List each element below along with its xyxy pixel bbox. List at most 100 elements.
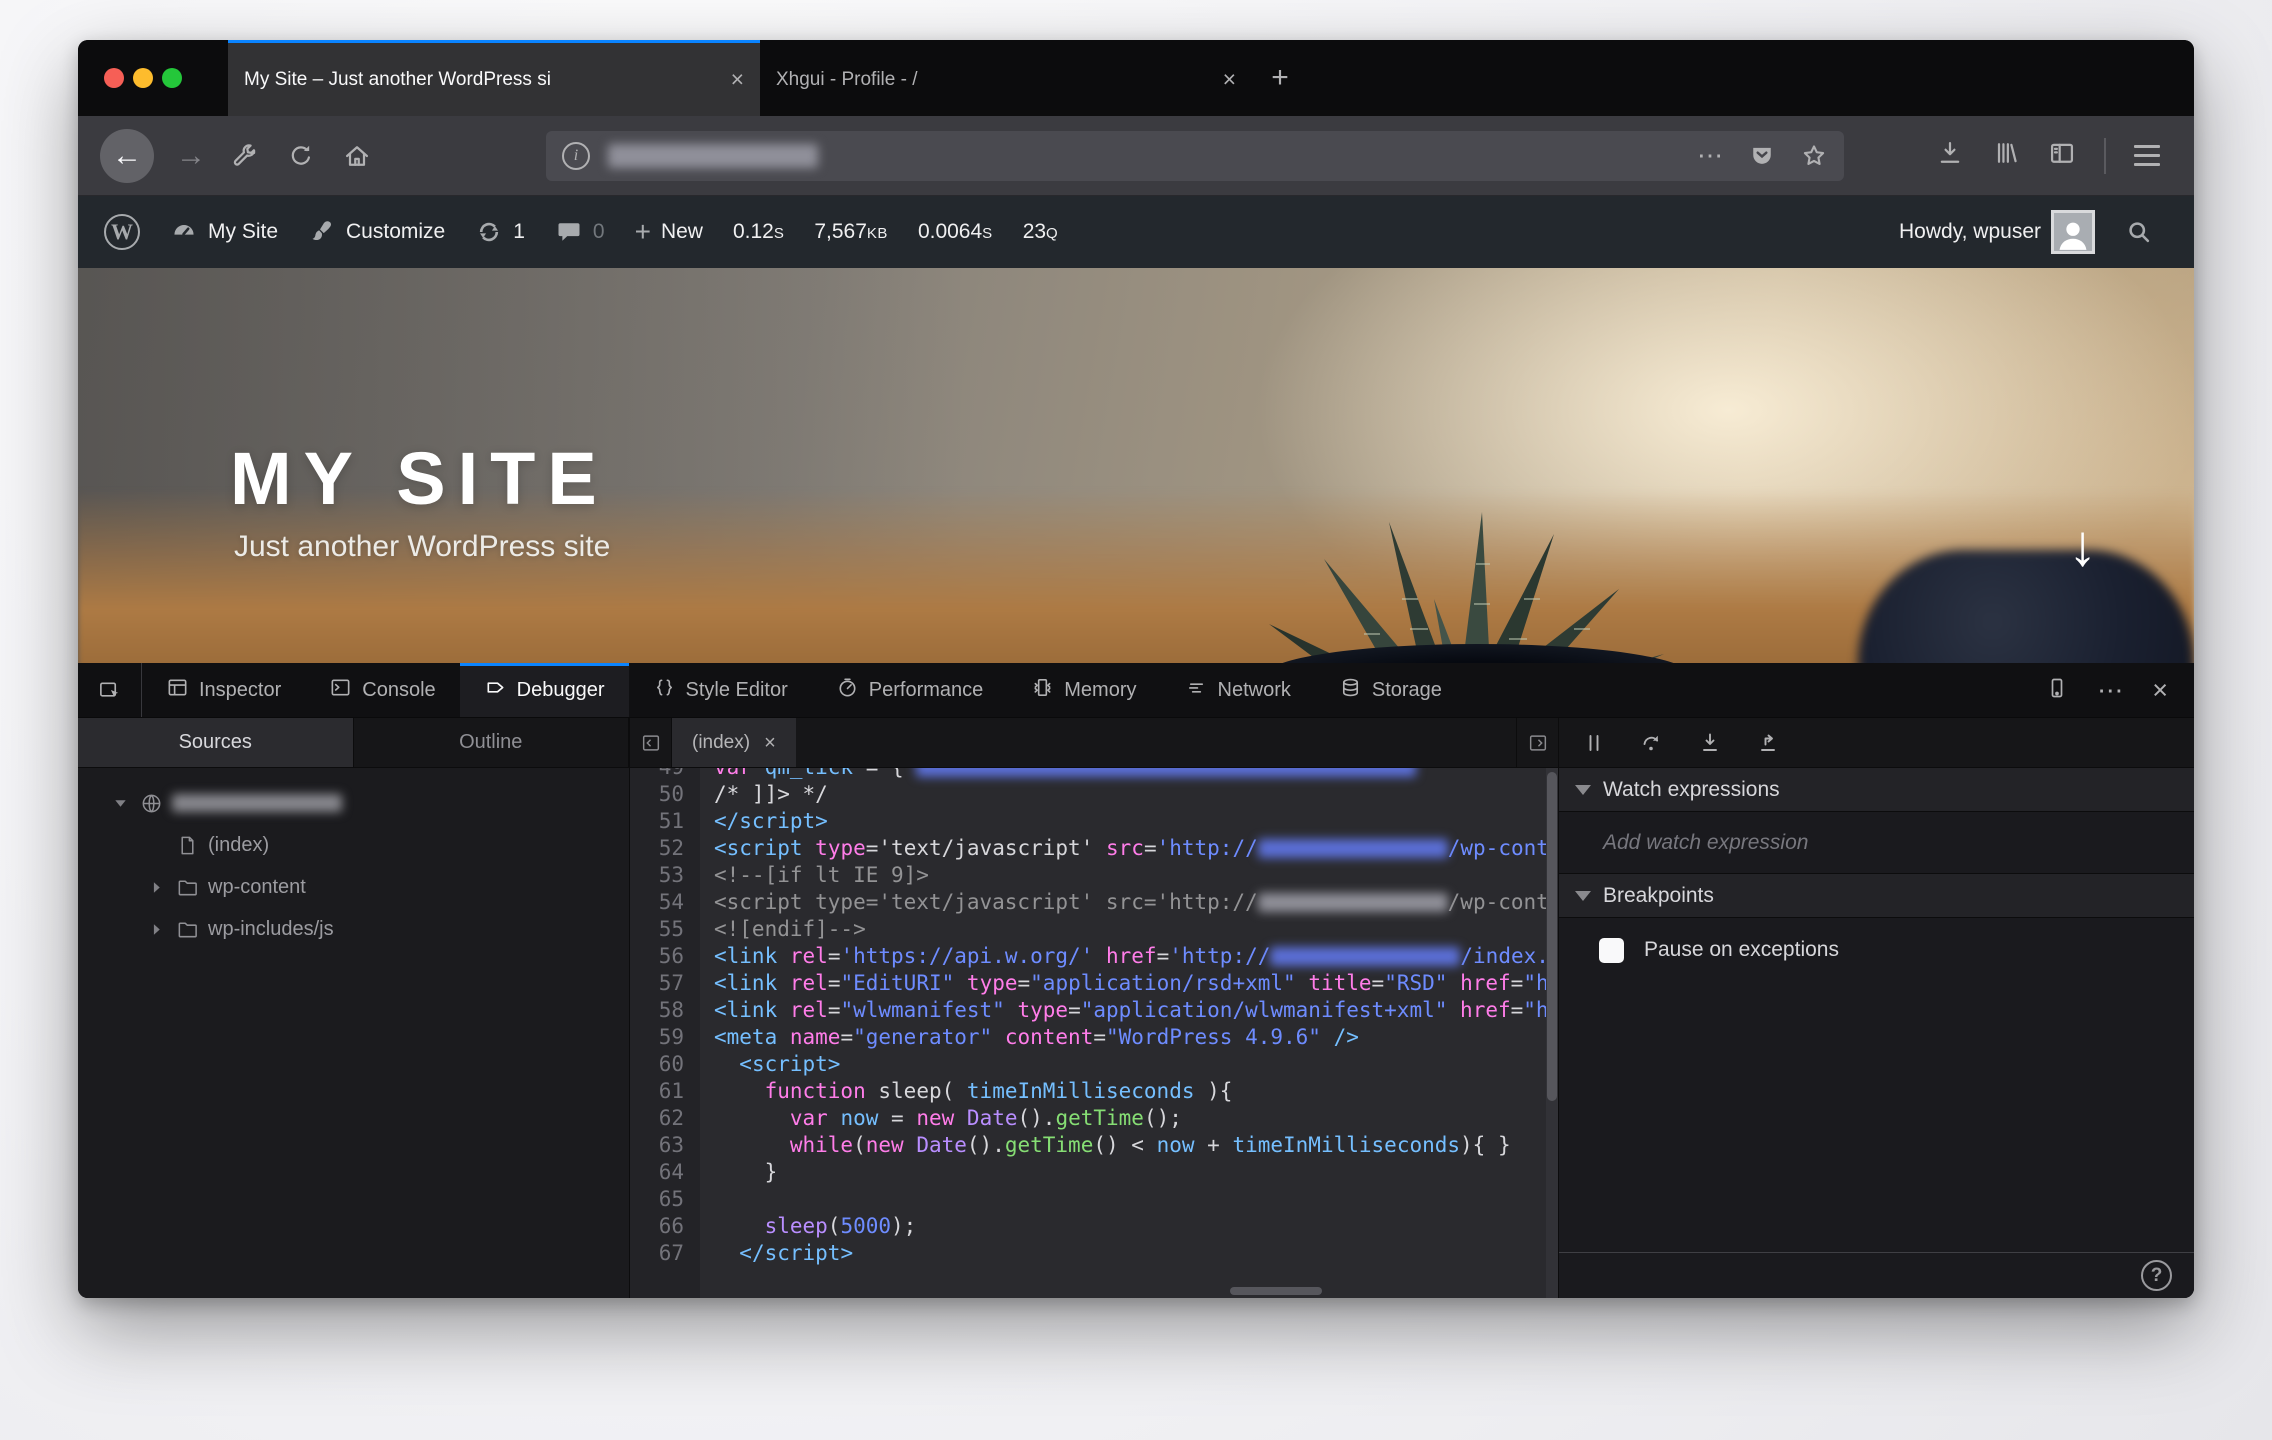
tree-item--index-[interactable]: (index) [78,824,629,866]
step-out-button[interactable] [1751,726,1785,760]
chevron-right-icon[interactable] [150,881,176,894]
forward-button[interactable]: → [176,139,206,173]
tab-outline[interactable]: Outline [353,718,629,767]
step-over-button[interactable] [1635,726,1669,760]
line-number[interactable]: 54 [630,889,700,916]
line-number[interactable]: 63 [630,1132,700,1159]
wp-search-icon[interactable] [2110,218,2168,246]
line-number[interactable]: 55 [630,916,700,943]
devtools-tab-memory[interactable]: Memory [1007,663,1160,717]
devtools-tab-network[interactable]: Network [1161,663,1315,717]
pause-button[interactable] [1577,726,1611,760]
add-watch-expression-input[interactable]: Add watch expression [1559,812,2194,874]
wp-new-menu[interactable]: + New [620,218,718,246]
devtools-tab-performance[interactable]: Performance [812,663,1008,717]
code-line-text: <!--[if lt IE 9]> [714,863,929,887]
line-number[interactable]: 58 [630,997,700,1024]
devtools-menu-icon[interactable]: ⋯ [2097,675,2124,706]
chevron-down-icon[interactable] [114,797,140,810]
library-icon[interactable] [1992,139,2020,172]
zoom-window-button[interactable] [162,68,182,88]
wp-site-menu[interactable]: My Site [155,218,293,246]
browser-titlebar: My Site – Just another WordPress si × Xh… [78,40,2194,116]
stat-unit: S [773,225,785,242]
sidebar-toggle-icon[interactable] [2048,139,2076,172]
tab-sources[interactable]: Sources [78,718,354,767]
devtools-tab-storage[interactable]: Storage [1315,663,1466,717]
code-row: 49var qm_tick = { [630,768,1558,781]
code-row: 51 </script> [630,808,1558,835]
wp-account-menu[interactable]: Howdy, wpuser [1884,210,2110,254]
chevron-right-icon[interactable] [150,923,176,936]
help-icon[interactable]: ? [2141,1260,2172,1291]
page-actions-icon[interactable]: ⋯ [1697,140,1724,171]
breakpoints-header[interactable]: Breakpoints [1559,874,2194,918]
tree-item-label: wp-includes/js [208,917,334,940]
tree-item-domain[interactable] [78,782,629,824]
minimize-window-button[interactable] [133,68,153,88]
code-line-text: </script> [739,1241,854,1265]
tab-close-icon[interactable]: × [731,68,744,91]
bookmark-star-icon[interactable] [1800,142,1828,170]
wp-logo-menu[interactable]: W [104,214,155,250]
browser-tab-active[interactable]: My Site – Just another WordPress si × [228,40,760,116]
wp-updates-menu[interactable]: 1 [460,218,540,246]
line-number[interactable]: 64 [630,1159,700,1186]
tree-item-wp-includes-js[interactable]: wp-includes/js [78,908,629,950]
code-line-text: <link rel='https://api.w.org/' href='htt… [714,944,1558,968]
wp-comments-menu[interactable]: 0 [540,218,620,246]
wp-customize-link[interactable]: Customize [293,218,460,246]
code-line-text: </script> [714,809,828,833]
devtools-tab-inspector[interactable]: Inspector [142,663,305,717]
line-number[interactable]: 67 [630,1240,700,1267]
devtools-tab-style-editor[interactable]: Style Editor [629,663,812,717]
line-number[interactable]: 57 [630,970,700,997]
collapse-debugger-pane-button[interactable] [1516,718,1558,767]
browser-tab-inactive[interactable]: Xhgui - Profile - / × [760,40,1252,116]
wrench-icon[interactable] [230,141,260,171]
pause-on-exceptions-checkbox[interactable] [1599,937,1624,963]
devtools-tabs: Inspector Console Debugger Style Editor Perf… [142,663,1466,717]
responsive-design-icon[interactable] [2045,676,2069,705]
code-editor[interactable]: 49var qm_tick = { 50 /* ]]> */ 51 </script>… [630,768,1558,1298]
home-button[interactable] [342,141,372,171]
line-number[interactable]: 62 [630,1105,700,1132]
line-number[interactable]: 49 [630,768,700,781]
code-line-text: function sleep( timeInMilliseconds ){ [764,1079,1233,1103]
new-tab-button[interactable]: + [1252,40,1308,116]
devtools-tab-console[interactable]: Console [305,663,459,717]
devtools-close-icon[interactable]: × [2152,676,2168,704]
line-number[interactable]: 53 [630,862,700,889]
close-window-button[interactable] [104,68,124,88]
menu-icon[interactable] [2134,145,2160,166]
editor-tab-index[interactable]: (index) × [672,718,796,767]
editor-horizontal-scrollbar[interactable] [1230,1287,1322,1295]
line-number[interactable]: 56 [630,943,700,970]
code-row: 55 <![endif]--> [630,916,1558,943]
line-number[interactable]: 52 [630,835,700,862]
pocket-icon[interactable] [1748,142,1776,170]
site-info-icon[interactable]: i [562,141,590,170]
step-in-button[interactable] [1693,726,1727,760]
line-number[interactable]: 50 [630,781,700,808]
downloads-icon[interactable] [1936,139,1964,172]
devtools-tab-debugger[interactable]: Debugger [459,663,629,717]
pick-element-button[interactable] [78,663,142,717]
line-number[interactable]: 59 [630,1024,700,1051]
line-number[interactable]: 61 [630,1078,700,1105]
tree-item-wp-content[interactable]: wp-content [78,866,629,908]
watch-expressions-header[interactable]: Watch expressions [1559,768,2194,812]
line-number[interactable]: 66 [630,1213,700,1240]
toolbar-separator [2104,137,2106,174]
editor-tab-close-icon[interactable]: × [764,733,776,753]
scroll-down-arrow[interactable]: ↓ [2068,512,2097,579]
url-bar[interactable]: i ⋯ [546,130,1844,181]
line-number[interactable]: 51 [630,808,700,835]
collapse-sources-pane-button[interactable] [630,718,672,767]
reload-button[interactable] [286,141,316,171]
back-button[interactable]: ← [100,128,154,183]
line-number[interactable]: 60 [630,1051,700,1078]
line-number[interactable]: 65 [630,1186,700,1213]
editor-vertical-scrollbar[interactable] [1546,768,1558,1298]
tab-close-icon[interactable]: × [1223,68,1236,91]
